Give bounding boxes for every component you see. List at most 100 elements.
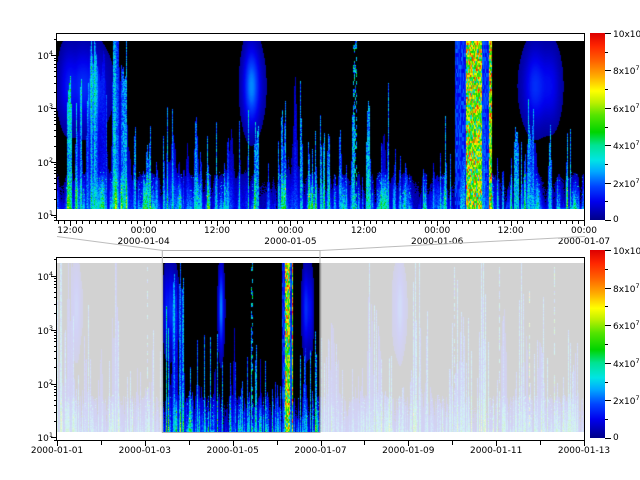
colorbar-major-tick [605, 325, 611, 326]
x-minor-tick [480, 221, 481, 224]
x-minor-tick [474, 221, 475, 224]
x-minor-tick [113, 221, 114, 224]
colorbar-major-tick [605, 250, 611, 251]
x-date-label: 2000-01-05 [198, 446, 268, 456]
colorbar-tick-label: 0 [613, 433, 619, 443]
x-minor-tick [419, 221, 420, 224]
y-minor-tick [54, 170, 57, 171]
x-minor-tick [101, 441, 102, 445]
x-minor-tick [376, 221, 377, 224]
colorbar-tick-label: 8x107 [613, 65, 640, 77]
y-minor-tick [54, 67, 57, 68]
x-tick-label: 12:00 [195, 226, 239, 236]
colorbar-major-tick [605, 33, 611, 34]
y-minor-tick [54, 421, 57, 422]
x-minor-tick [82, 221, 83, 224]
x-minor-tick [523, 221, 524, 224]
y-minor-tick [54, 130, 57, 131]
x-tick-label: 12:00 [342, 226, 386, 236]
x-date-label: 2000-01-09 [373, 446, 443, 456]
colorbar-major-tick [605, 400, 611, 401]
x-date-label: 2000-01-05 [255, 237, 325, 247]
x-minor-tick [58, 221, 59, 224]
y-tick-label: 101 [27, 432, 53, 444]
y-minor-tick [54, 313, 57, 314]
y-minor-tick [54, 146, 57, 147]
x-minor-tick [535, 221, 536, 224]
colorbar-minor-tick [605, 89, 608, 90]
x-minor-tick [107, 221, 108, 224]
x-date-label: 2000-01-01 [22, 446, 92, 456]
x-minor-tick [407, 221, 408, 224]
x-date-label: 2000-01-11 [461, 446, 531, 456]
x-minor-tick [321, 221, 322, 224]
colorbar-tick-label: 6x107 [613, 103, 640, 115]
y-minor-tick [54, 167, 57, 168]
x-minor-tick [248, 221, 249, 224]
colorbar-major-tick [605, 108, 611, 109]
y-minor-tick [54, 120, 57, 121]
colorbar-minor-tick [605, 269, 608, 270]
y-minor-tick [54, 440, 57, 441]
colorbar-major-tick [605, 288, 611, 289]
x-date-label: 2000-01-13 [549, 446, 619, 456]
x-minor-tick [388, 221, 389, 224]
x-minor-tick [89, 221, 90, 224]
y-minor-tick [54, 412, 57, 413]
detail-plot-frame [56, 33, 585, 221]
y-minor-tick [54, 71, 57, 72]
y-minor-tick [54, 114, 57, 115]
y-minor-tick [54, 392, 57, 393]
detail-colorbar-gradient [590, 33, 605, 220]
x-tick-label: 00:00 [415, 226, 459, 236]
x-minor-tick [162, 221, 163, 224]
y-minor-tick [54, 183, 57, 184]
x-date-label: 2000-01-04 [109, 237, 179, 247]
y-minor-tick [54, 332, 57, 333]
y-minor-tick [54, 199, 57, 200]
x-minor-tick [401, 221, 402, 224]
x-date-label: 2000-01-06 [402, 237, 472, 247]
y-minor-tick [54, 64, 57, 65]
x-minor-tick [260, 221, 261, 224]
colorbar-tick-label: 6x107 [613, 320, 640, 332]
y-tick-label: 104 [27, 50, 53, 62]
colorbar-major-tick [605, 363, 611, 364]
x-minor-tick [180, 221, 181, 224]
y-minor-tick [54, 395, 57, 396]
x-tick-label: 00:00 [268, 226, 312, 236]
x-minor-tick [382, 221, 383, 224]
y-minor-tick [54, 304, 57, 305]
x-minor-tick [504, 221, 505, 224]
y-minor-tick [54, 76, 57, 77]
x-minor-tick [95, 221, 96, 224]
y-minor-tick [54, 124, 57, 125]
x-minor-tick [547, 221, 548, 224]
context-plot-frame [56, 257, 585, 441]
x-minor-tick [468, 221, 469, 224]
y-minor-tick [54, 281, 57, 282]
colorbar-tick-label: 2x107 [613, 178, 640, 190]
y-tick-label: 102 [27, 379, 53, 391]
x-minor-tick [241, 221, 242, 224]
colorbar-minor-tick [605, 52, 608, 53]
x-minor-tick [76, 221, 77, 224]
x-minor-tick [498, 221, 499, 224]
x-minor-tick [425, 221, 426, 224]
y-minor-tick [54, 367, 57, 368]
y-minor-tick [54, 220, 57, 221]
colorbar-major-tick [605, 220, 611, 221]
y-minor-tick [54, 92, 57, 93]
x-minor-tick [278, 221, 279, 224]
x-minor-tick [199, 221, 200, 224]
colorbar-minor-tick [605, 306, 608, 307]
y-minor-tick [54, 173, 57, 174]
x-minor-tick [492, 221, 493, 224]
colorbar-tick-label: 10x107 [613, 28, 640, 40]
y-minor-tick [54, 60, 57, 61]
y-minor-tick [54, 335, 57, 336]
x-minor-tick [303, 221, 304, 224]
y-minor-tick [54, 164, 57, 165]
y-tick-label: 104 [27, 271, 53, 283]
x-tick-label: 12:00 [489, 226, 533, 236]
